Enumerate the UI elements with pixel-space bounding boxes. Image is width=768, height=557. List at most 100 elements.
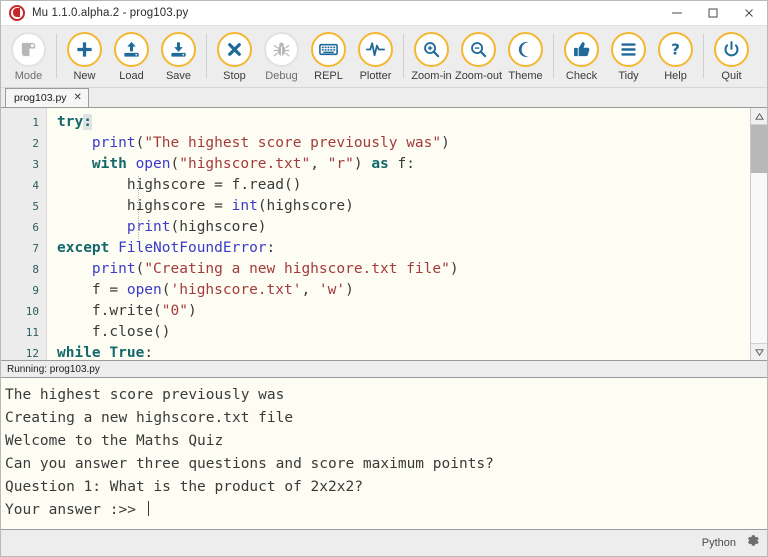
line-number: 7 <box>32 242 39 255</box>
line-number: 1 <box>32 116 39 129</box>
toolbar-label-zoom-in: Zoom-in <box>411 70 452 82</box>
bug-icon <box>264 32 299 67</box>
gear-icon[interactable] <box>744 532 761 554</box>
toolbar-button-zoom-in[interactable]: Zoom-in <box>408 28 455 82</box>
run-status-bar: Running: prog103.py <box>1 361 767 378</box>
code-line: f.write("0") <box>91 303 197 319</box>
toolbar-button-mode[interactable]: Mode <box>5 28 52 82</box>
main-toolbar: Mode New Load Save Stop Debug REPL Plott… <box>1 26 767 88</box>
lines-icon <box>611 32 646 67</box>
scrollbar-track[interactable] <box>751 125 767 343</box>
line-number: 8 <box>32 263 39 276</box>
mu-logo-icon <box>9 5 25 21</box>
window-controls <box>659 1 767 26</box>
toolbar-button-check[interactable]: Check <box>558 28 605 82</box>
svg-text:?: ? <box>671 41 680 59</box>
tab-label: prog103.py <box>14 92 67 104</box>
toolbar-label-new: New <box>73 70 96 82</box>
code-line: highscore = f.read() <box>126 177 302 193</box>
download-icon <box>161 32 196 67</box>
close-icon[interactable]: ✕ <box>74 93 82 103</box>
toolbar-label-plotter: Plotter <box>359 70 392 82</box>
toolbar-label-zoom-out: Zoom-out <box>454 70 503 82</box>
text-cursor <box>147 501 150 516</box>
toolbar-button-zoom-out[interactable]: Zoom-out <box>455 28 502 82</box>
toolbar-label-debug: Debug <box>265 70 298 82</box>
toolbar-button-help[interactable]: ? Help <box>652 28 699 82</box>
toolbar-button-load[interactable]: Load <box>108 28 155 82</box>
toolbar-separator-4 <box>553 34 554 78</box>
pulse-icon <box>358 32 393 67</box>
toolbar-separator-5 <box>703 34 704 78</box>
plus-icon <box>67 32 102 67</box>
editor-scrollbar[interactable] <box>750 108 767 360</box>
output-prompt-text: Your answer :>> <box>5 502 145 518</box>
window-title: Mu 1.1.0.alpha.2 - prog103.py <box>32 7 189 19</box>
maximize-icon[interactable] <box>695 1 731 26</box>
code-line: print("Creating a new highscore.txt file… <box>91 261 459 277</box>
toolbar-separator-1 <box>56 34 57 78</box>
toolbar-button-plotter[interactable]: Plotter <box>352 28 399 82</box>
line-number: 4 <box>32 179 39 192</box>
line-number: 5 <box>32 200 39 213</box>
toolbar-label-help: Help <box>664 70 687 82</box>
line-number: 3 <box>32 158 39 171</box>
bottom-status-bar: Python <box>1 530 767 556</box>
cross-icon <box>217 32 252 67</box>
current-mode-label: Python <box>701 537 736 549</box>
toolbar-label-quit: Quit <box>721 70 742 82</box>
tab-prog103[interactable]: prog103.py ✕ <box>5 88 89 107</box>
toolbar-button-tidy[interactable]: Tidy <box>605 28 652 82</box>
output-prompt-line: Your answer :>> <box>5 499 767 522</box>
title-bar: Mu 1.1.0.alpha.2 - prog103.py <box>1 1 767 26</box>
toolbar-button-save[interactable]: Save <box>155 28 202 82</box>
zoom-out-icon <box>461 32 496 67</box>
code-editor[interactable]: 1 2 3 4 5 6 7 8 9 10 11 12 try: print("T… <box>1 108 767 361</box>
code-line: print(highscore) <box>126 219 267 235</box>
toolbar-label-repl: REPL <box>314 70 343 82</box>
scrollbar-thumb[interactable] <box>751 125 767 173</box>
upload-icon <box>114 32 149 67</box>
close-icon[interactable] <box>731 1 767 26</box>
output-console[interactable]: The highest score previously was Creatin… <box>1 378 767 530</box>
output-line: Welcome to the Maths Quiz <box>5 433 224 449</box>
line-number-gutter: 1 2 3 4 5 6 7 8 9 10 11 12 <box>1 108 47 360</box>
code-line: f.close() <box>91 324 171 340</box>
toolbar-button-repl[interactable]: REPL <box>305 28 352 82</box>
line-number: 6 <box>32 221 39 234</box>
editor-tab-bar: prog103.py ✕ <box>1 88 767 108</box>
code-line: except FileNotFoundError: <box>57 240 276 256</box>
code-text-area[interactable]: try: print("The highest score previously… <box>47 108 750 360</box>
line-number: 10 <box>25 305 39 318</box>
toolbar-label-load: Load <box>119 70 144 82</box>
output-line: Question 1: What is the product of 2x2x2… <box>5 479 363 495</box>
code-line: with open("highscore.txt", "r") as f: <box>91 156 415 172</box>
code-line: while True: <box>57 345 154 360</box>
toolbar-label-tidy: Tidy <box>618 70 639 82</box>
code-line: highscore = int(highscore) <box>126 198 354 214</box>
toolbar-button-new[interactable]: New <box>61 28 108 82</box>
question-icon: ? <box>658 32 693 67</box>
zoom-in-icon <box>414 32 449 67</box>
toolbar-separator-2 <box>206 34 207 78</box>
output-line: The highest score previously was <box>5 387 285 403</box>
line-number: 9 <box>32 284 39 297</box>
toolbar-button-stop[interactable]: Stop <box>211 28 258 82</box>
toolbar-button-quit[interactable]: Quit <box>708 28 755 82</box>
scroll-down-icon[interactable] <box>751 343 767 360</box>
toolbar-label-theme: Theme <box>508 70 543 82</box>
run-status-text: Running: prog103.py <box>7 363 100 375</box>
mode-icon <box>11 32 46 67</box>
power-icon <box>714 32 749 67</box>
code-line: try: <box>57 114 92 130</box>
code-line: print("The highest score previously was"… <box>91 135 450 151</box>
toolbar-button-debug[interactable]: Debug <box>258 28 305 82</box>
minimize-icon[interactable] <box>659 1 695 26</box>
scroll-up-icon[interactable] <box>751 108 767 125</box>
indent-guide <box>138 176 139 239</box>
toolbar-label-stop: Stop <box>223 70 246 82</box>
toolbar-button-theme[interactable]: Theme <box>502 28 549 82</box>
toolbar-label-mode: Mode <box>14 70 43 82</box>
line-number: 12 <box>25 347 39 360</box>
line-number: 2 <box>32 137 39 150</box>
